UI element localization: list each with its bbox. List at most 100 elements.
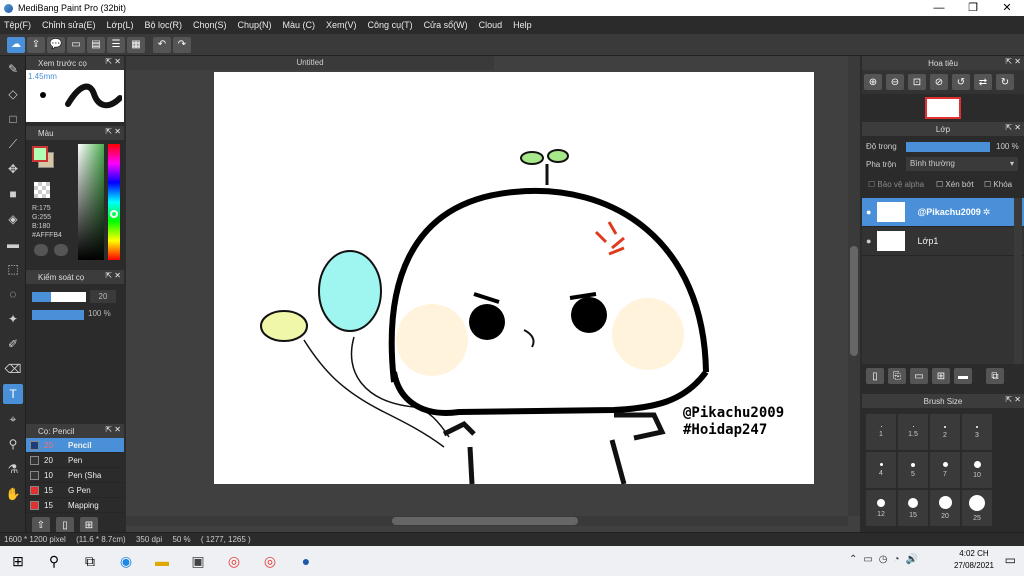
edge-icon[interactable]: ◉ [108, 546, 144, 576]
horizontal-scrollbar[interactable] [126, 516, 848, 526]
lasso-tool-icon[interactable]: ◌ [3, 284, 23, 304]
blend-select[interactable]: Bình thường ▾ [906, 157, 1018, 171]
brush-menu-icon[interactable]: ⊞ [80, 517, 98, 533]
bucket-tool-icon[interactable]: ◈ [3, 209, 23, 229]
redo-icon[interactable]: ↷ [173, 36, 191, 53]
select-rect-tool-icon[interactable]: ⬚ [3, 259, 23, 279]
zoom-out-icon[interactable]: ⊖ [886, 74, 904, 90]
brush-size-cell[interactable]: 3 [962, 414, 992, 450]
menu-layer[interactable]: Lớp(L) [107, 20, 134, 30]
menu-tools[interactable]: Công cụ(T) [368, 20, 413, 30]
zoom-actual-icon[interactable]: ⊘ [930, 74, 948, 90]
layer-row-selected[interactable]: ● @Pikachu2009 ✲ [862, 198, 1024, 227]
menu-snap[interactable]: Chụp(N) [238, 20, 272, 30]
document-tab[interactable]: Untitled [126, 56, 494, 70]
fill-rect-tool-icon[interactable]: ■ [3, 184, 23, 204]
message-icon[interactable]: ▭ [67, 36, 85, 53]
menu-edit[interactable]: Chỉnh sửa(E) [42, 20, 96, 30]
palette-icon[interactable] [34, 244, 48, 256]
shape-tool-icon[interactable]: □ [3, 109, 23, 129]
operation-tool-icon[interactable]: ⌖ [3, 409, 23, 429]
visibility-icon[interactable]: ● [866, 236, 871, 246]
windows-start-icon[interactable]: ⊞ [0, 546, 36, 576]
brush-size-cell[interactable]: 4 [866, 452, 896, 488]
panel-close-icon[interactable]: ⇱ ✕ [105, 57, 121, 66]
brush-size-cell[interactable]: 1.5 [898, 414, 928, 450]
drawing-canvas[interactable]: @Pikachu2009 #Hoidap247 [214, 72, 814, 485]
add-cloud-brush-icon[interactable]: ⇧ [32, 517, 50, 533]
file-explorer-icon[interactable]: ▬ [144, 546, 180, 576]
paste-layer-icon[interactable]: ▭ [910, 368, 928, 384]
notification-icon[interactable]: ▭ [1005, 553, 1016, 567]
vertical-scroll-thumb[interactable] [850, 246, 858, 356]
chrome-profile-icon[interactable]: ◎ [252, 546, 288, 576]
folder-icon[interactable]: ▬ [954, 368, 972, 384]
color-history-icon[interactable] [54, 244, 68, 256]
task-view-icon[interactable]: ⧉ [72, 546, 108, 576]
maximize-button[interactable]: ❐ [956, 0, 990, 16]
text-tool-icon[interactable]: T [3, 384, 23, 404]
protect-alpha-checkbox[interactable]: ☐ Bảo vệ alpha [868, 180, 924, 189]
hand-tool-icon[interactable]: ✋ [3, 484, 23, 504]
undo-icon[interactable]: ↶ [153, 36, 171, 53]
brush-item-pencil[interactable]: 20 Pencil [26, 438, 124, 453]
chrome-icon[interactable]: ◎ [216, 546, 252, 576]
brush-size-cell[interactable]: 15 [898, 490, 928, 526]
brush-size-cell[interactable]: 10 [962, 452, 992, 488]
brush-size-cell[interactable]: 12 [866, 490, 896, 526]
brush-item-pen[interactable]: 20 Pen [26, 453, 124, 468]
close-button[interactable]: ✕ [990, 0, 1024, 16]
copy-layer-icon[interactable]: ⎘ [888, 368, 906, 384]
flip-icon[interactable]: ⇄ [974, 74, 992, 90]
duplicate-icon[interactable]: ⧉ [986, 368, 1004, 384]
hue-slider[interactable] [108, 144, 120, 260]
rotate-right-icon[interactable]: ↻ [996, 74, 1014, 90]
rotate-left-icon[interactable]: ↺ [952, 74, 970, 90]
brush-opacity-slider[interactable] [32, 310, 84, 320]
grid-icon[interactable]: ▦ [127, 36, 145, 53]
brush-size-cell[interactable]: 20 [930, 490, 960, 526]
brush-size-cell[interactable]: 25 [962, 490, 992, 526]
layer-opacity-slider[interactable] [906, 142, 990, 152]
brush-item-pen-shade[interactable]: 10 Pen (Sha [26, 468, 124, 483]
clip-checkbox[interactable]: ☐ Xén bớt [936, 180, 974, 189]
select-pen-tool-icon[interactable]: ✐ [3, 334, 23, 354]
horizontal-scroll-thumb[interactable] [392, 517, 578, 525]
medibang-taskbar-icon[interactable]: ● [288, 546, 324, 576]
panel-close-icon[interactable]: ⇱ ✕ [1005, 57, 1021, 66]
panel-close-icon[interactable]: ⇱ ✕ [1005, 123, 1021, 132]
brush-size-slider[interactable] [32, 292, 86, 302]
vertical-scrollbar[interactable] [848, 56, 860, 516]
menu-select[interactable]: Chọn(S) [193, 20, 227, 30]
navigator-thumbnail[interactable] [925, 97, 961, 119]
menu-cloud[interactable]: Cloud [479, 20, 503, 30]
list-icon[interactable]: ☰ [107, 36, 125, 53]
new-layer-icon[interactable]: ▯ [866, 368, 884, 384]
menu-color[interactable]: Màu (C) [283, 20, 316, 30]
brush-item-mapping[interactable]: 15 Mapping [26, 498, 124, 513]
comment-icon[interactable]: 💬 [47, 36, 65, 53]
select-eraser-tool-icon[interactable]: ⌫ [3, 359, 23, 379]
lock-checkbox[interactable]: ☐ Khóa [984, 180, 1012, 189]
brush-item-gpen[interactable]: 15 G Pen [26, 483, 124, 498]
new-brush-icon[interactable]: ▯ [56, 517, 74, 533]
panel-close-icon[interactable]: ⇱ ✕ [1005, 395, 1021, 404]
transparent-swatch[interactable] [34, 182, 50, 198]
upload-icon[interactable]: ⇪ [27, 36, 45, 53]
brush-size-cell[interactable]: 7 [930, 452, 960, 488]
gradient-tool-icon[interactable]: ▬ [3, 234, 23, 254]
layer-settings-icon[interactable]: ✲ [983, 207, 991, 218]
panel-close-icon[interactable]: ⇱ ✕ [105, 271, 121, 280]
fit-icon[interactable]: ⊡ [908, 74, 926, 90]
panel-close-icon[interactable]: ⇱ ✕ [105, 425, 121, 434]
brush-size-value[interactable]: 20 [90, 290, 116, 303]
line-tool-icon[interactable]: ⟋ [3, 134, 23, 154]
menu-help[interactable]: Help [513, 20, 532, 30]
brush-size-cell[interactable]: 1 [866, 414, 896, 450]
brush-tool-icon[interactable]: ✎ [3, 59, 23, 79]
hue-handle[interactable] [110, 210, 118, 218]
eyedropper-tool-icon[interactable]: ⚗ [3, 459, 23, 479]
panel-close-icon[interactable]: ⇱ ✕ [105, 127, 121, 136]
clock[interactable]: 4:02 CH 27/08/2021 [954, 548, 994, 572]
navigator-preview[interactable] [862, 94, 1024, 122]
